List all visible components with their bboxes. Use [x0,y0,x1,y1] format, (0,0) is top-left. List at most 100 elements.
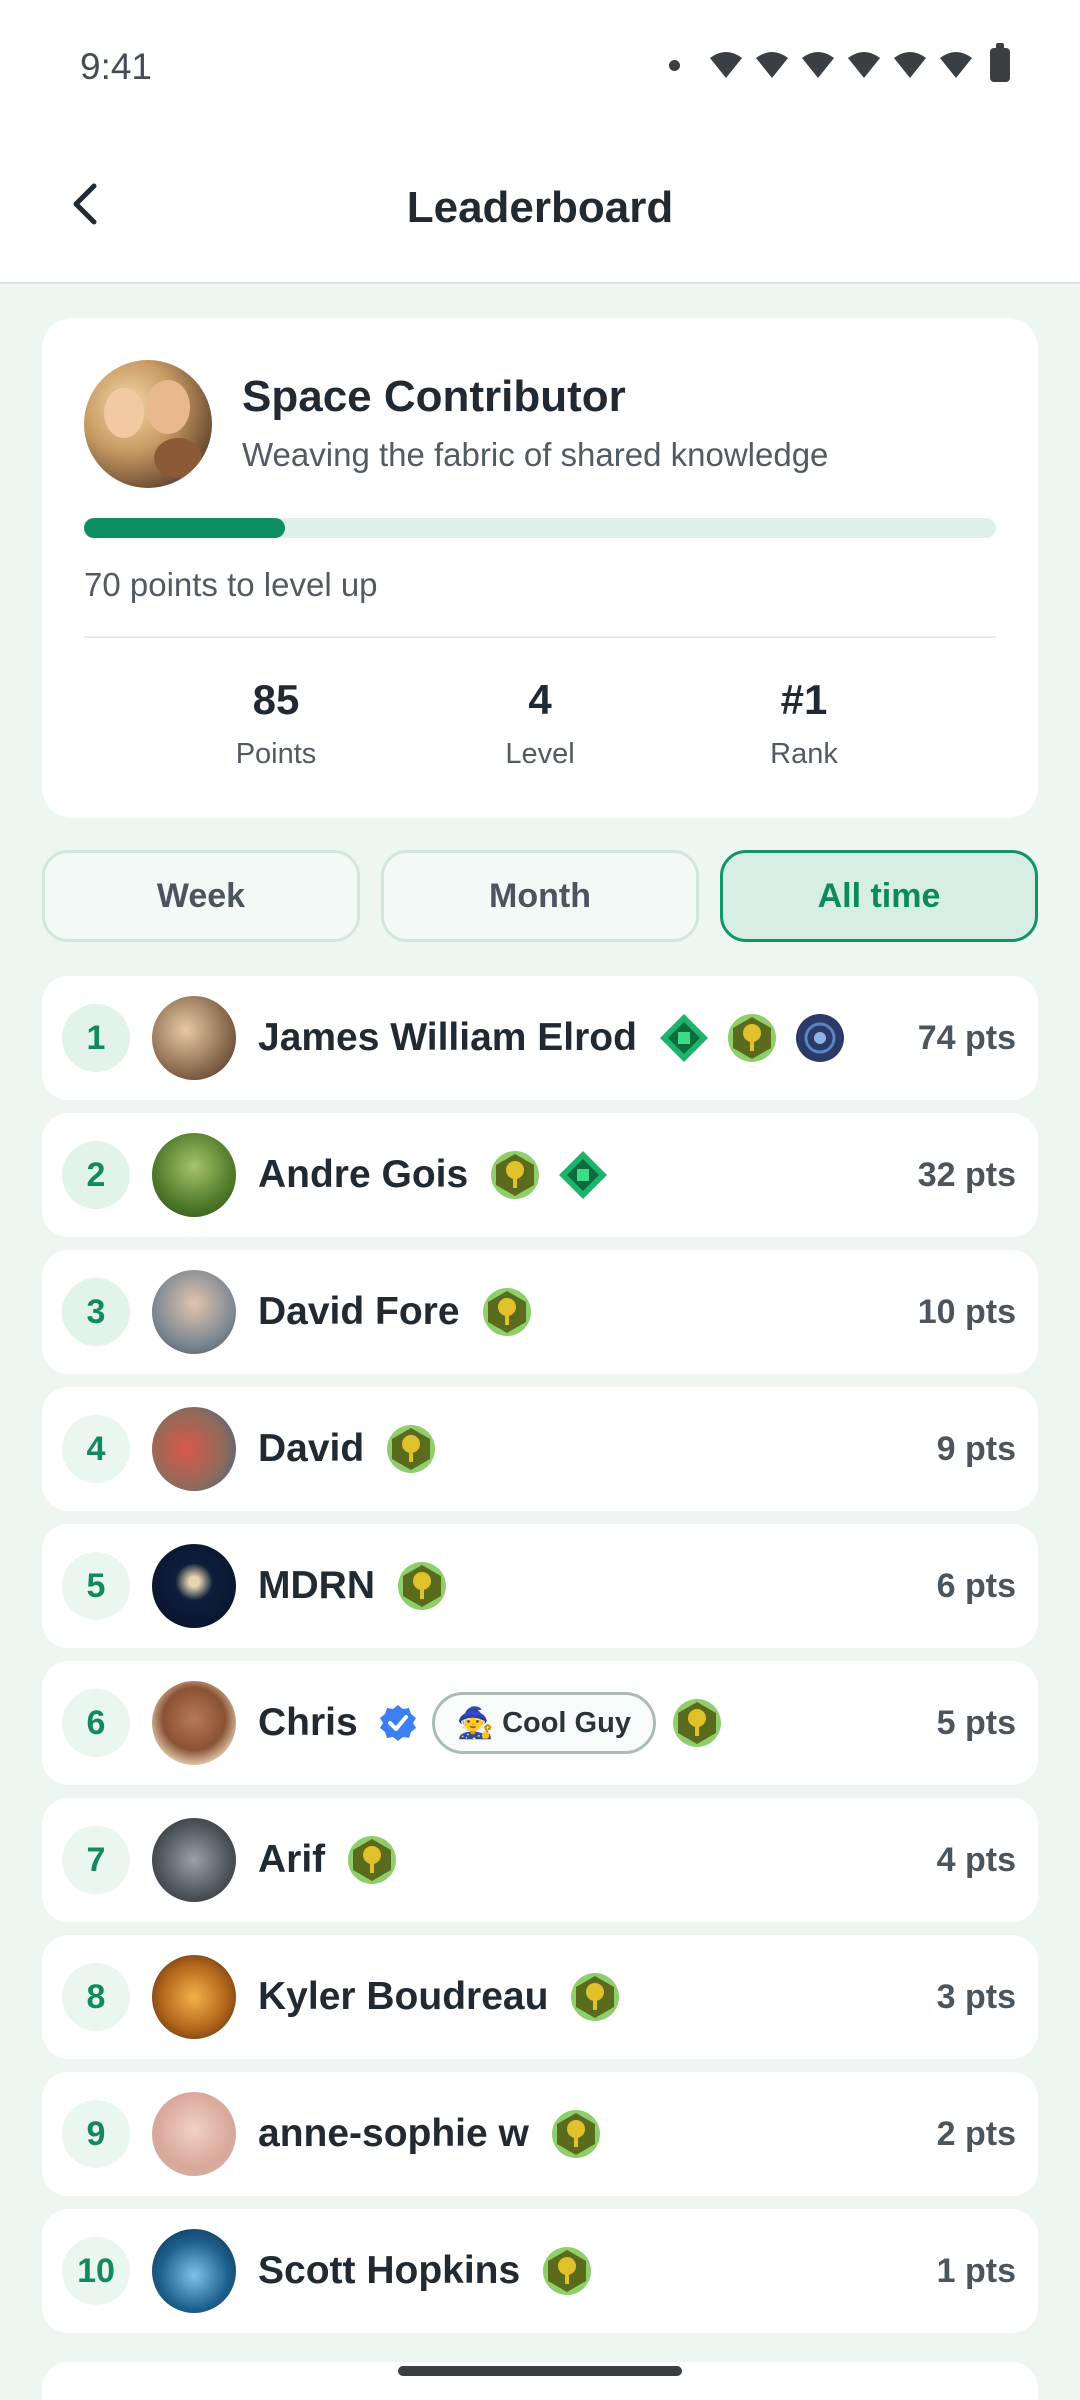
green-gem-badge-icon[interactable] [556,1148,610,1202]
gold-tree-badge-icon[interactable] [670,1696,724,1750]
user-name[interactable]: David Fore [258,1290,460,1334]
points-value: 2 pts [936,2114,1016,2153]
gold-tree-badge-icon[interactable] [480,1285,534,1339]
user-name[interactable]: anne-sophie w [258,2112,529,2156]
gold-tree-badge-icon[interactable] [345,1833,399,1887]
points-value: 74 pts [917,1018,1016,1057]
points-value: 9 pts [936,1429,1016,1468]
stat-label: Level [505,738,575,770]
wifi-icon [756,52,788,78]
leaderboard-row[interactable]: 8 Kyler Boudreau 3 pts [42,1935,1038,2059]
leaderboard-row[interactable]: 1 James William Elrod 74 pts [42,976,1038,1100]
user-name[interactable]: Chris [258,1701,358,1745]
avatar[interactable] [152,1681,236,1765]
gold-tree-badge-icon[interactable] [725,1011,779,1065]
user-tag-label: Cool Guy [502,1706,631,1739]
avatar[interactable] [152,1544,236,1628]
rank-number: 9 [62,2100,130,2168]
verified-check-icon [378,1703,418,1743]
avatar[interactable] [152,996,236,1080]
rank-number: 5 [62,1552,130,1620]
leaderboard-row[interactable]: 2 Andre Gois 32 pts [42,1113,1038,1237]
wifi-icon [802,52,834,78]
tab-month[interactable]: Month [381,850,699,942]
leaderboard-row[interactable]: 10 Scott Hopkins 1 pts [42,2209,1038,2333]
wifi-icon [848,52,880,78]
user-name[interactable]: Scott Hopkins [258,2249,520,2293]
gold-tree-badge-icon[interactable] [384,1422,438,1476]
level-progress-fill [84,518,285,538]
row-main: James William Elrod [258,976,847,1100]
stat-value: 85 [252,676,300,723]
green-gem-badge-icon[interactable] [657,1011,711,1065]
user-name[interactable]: David [258,1427,364,1471]
points-value: 32 pts [917,1155,1016,1194]
levelup-text: 70 points to level up [84,566,378,603]
stat-value: #1 [780,676,828,723]
row-main: Scott Hopkins [258,2209,594,2333]
rank-number: 10 [62,2237,130,2305]
leaderboard-row[interactable]: 5 MDRN 6 pts [42,1524,1038,1648]
user-name[interactable]: MDRN [258,1564,375,1608]
points-value: 5 pts [936,1703,1016,1742]
gold-tree-badge-icon[interactable] [540,2244,594,2298]
points-value: 3 pts [936,1977,1016,2016]
status-icons [669,43,1010,82]
status-time: 9:41 [80,46,153,87]
level-progress-bar [84,518,996,538]
rank-number: 1 [62,1004,130,1072]
avatar[interactable] [152,1407,236,1491]
stat-label: Rank [770,738,838,770]
points-value: 1 pts [936,2251,1016,2290]
leaderboard-row[interactable]: 7 Arif 4 pts [42,1798,1038,1922]
home-indicator[interactable] [398,2366,682,2376]
gold-tree-badge-icon[interactable] [395,1559,449,1613]
tab-week[interactable]: Week [42,850,360,942]
points-value: 10 pts [917,1292,1016,1331]
leaderboard-row[interactable]: 9 anne-sophie w 2 pts [42,2072,1038,2196]
navy-orbit-badge-icon[interactable] [793,1011,847,1065]
rank-number: 8 [62,1963,130,2031]
gold-tree-badge-icon[interactable] [568,1970,622,2024]
gold-tree-badge-icon[interactable] [488,1148,542,1202]
stat-rank: #1 Rank [654,676,954,771]
battery-icon [990,43,1010,82]
user-name[interactable]: James William Elrod [258,1016,637,1060]
tab-all-time[interactable]: All time [720,850,1038,942]
row-main: David Fore [258,1250,534,1374]
row-main: Kyler Boudreau [258,1935,622,2059]
user-name[interactable]: Arif [258,1838,325,1882]
points-value: 6 pts [936,1566,1016,1605]
stat-label: Points [235,738,317,770]
leaderboard-row[interactable]: 4 David 9 pts [42,1387,1038,1511]
user-tag-pill[interactable]: 🧙 Cool Guy [431,1692,656,1754]
avatar[interactable] [152,1133,236,1217]
leaderboard-row[interactable]: 6 Chris 🧙 Cool Guy 5 pts [42,1661,1038,1785]
stat-points: 85 Points [126,676,426,771]
avatar[interactable] [152,1270,236,1354]
notification-dot-icon [669,59,680,71]
wizard-icon: 🧙 [456,1706,495,1740]
page-title: Leaderboard [406,183,674,232]
avatar[interactable] [84,360,212,488]
wifi-icon [940,52,972,78]
user-name[interactable]: Kyler Boudreau [258,1975,548,2019]
profile-tagline: Weaving the fabric of shared knowledge [242,436,829,473]
profile-name: Space Contributor [242,372,626,421]
stat-value: 4 [528,676,552,723]
profile-card: Space Contributor Weaving the fabric of … [42,318,1038,818]
stat-level: 4 Level [390,676,690,771]
rank-number: 3 [62,1278,130,1346]
row-main: Andre Gois [258,1113,610,1237]
rank-number: 6 [62,1689,130,1757]
divider [84,636,996,638]
avatar[interactable] [152,1955,236,2039]
gold-tree-badge-icon[interactable] [549,2107,603,2161]
leaderboard-row[interactable]: 3 David Fore 10 pts [42,1250,1038,1374]
avatar[interactable] [152,2092,236,2176]
avatar[interactable] [152,1818,236,1902]
avatar[interactable] [152,2229,236,2313]
user-name[interactable]: Andre Gois [258,1153,468,1197]
row-main: anne-sophie w [258,2072,603,2196]
rank-number: 2 [62,1141,130,1209]
